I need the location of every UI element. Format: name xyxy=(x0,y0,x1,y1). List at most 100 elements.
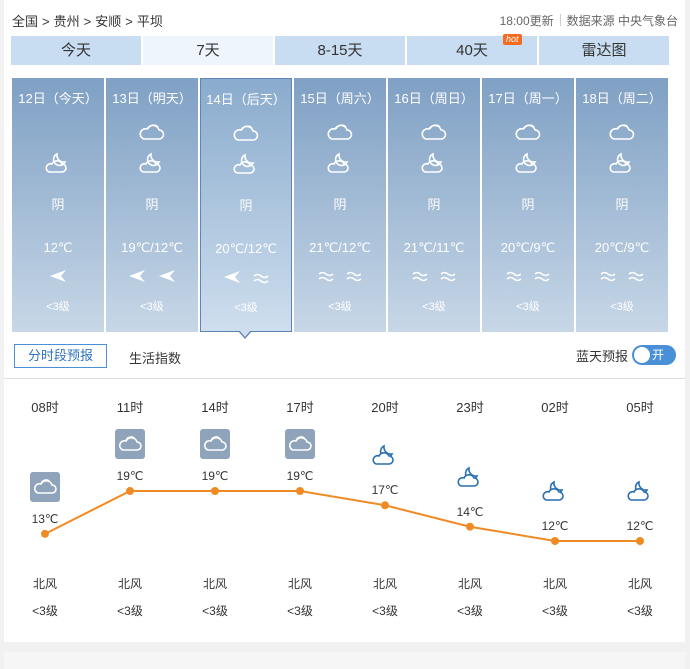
day-wind-level: <3级 xyxy=(610,301,634,313)
tab-40days[interactable]: 40天 hot xyxy=(407,34,537,65)
tab-radar[interactable]: 雷达图 xyxy=(539,36,669,65)
breadcrumb: 全国 > 贵州 > 安顺 > 平坝 xyxy=(12,11,163,30)
cloudy-night-icon xyxy=(326,151,354,175)
day-card[interactable]: 12日（今天） 阴 12℃ <3级 xyxy=(12,78,104,332)
section-divider xyxy=(4,378,685,379)
day-temperature: 21℃/11℃ xyxy=(403,240,465,255)
toggle-label: 蓝天预报 xyxy=(575,348,628,364)
day-wind-level: <3级 xyxy=(516,301,540,313)
hour-temperature: 12℃ xyxy=(541,519,569,533)
breeze-icon xyxy=(500,269,528,286)
day-temperature: 20℃/9℃ xyxy=(594,240,650,255)
day-wind xyxy=(106,269,198,285)
temperature-point xyxy=(211,487,219,495)
hour-temperature: 17℃ xyxy=(371,483,399,498)
cloudy-night-icon xyxy=(370,443,400,473)
day-wind xyxy=(576,269,668,285)
breeze-icon xyxy=(622,269,650,286)
wind-arrow-icon xyxy=(43,270,73,287)
temperature-point xyxy=(381,501,389,510)
hour-time: 02时 xyxy=(541,400,569,415)
wind-arrow-icon xyxy=(122,270,152,287)
day-card[interactable]: 15日（周六） 阴 21℃/12℃ <3级 xyxy=(294,78,386,332)
temperature-point xyxy=(636,537,644,545)
hour-wind: 北风 xyxy=(627,577,652,591)
day-wind xyxy=(201,270,291,286)
tab-hourly-forecast[interactable]: 分时段预报 xyxy=(14,344,107,368)
day-wind xyxy=(294,269,386,285)
day-date: 15日（周六） xyxy=(300,91,380,106)
blue-sky-toggle[interactable]: 开 xyxy=(632,345,676,365)
forecast-tabs: 今天 7天 8-15天 40天 hot 雷达图 xyxy=(11,34,669,65)
breeze-icon xyxy=(312,269,340,286)
breadcrumb-item-country[interactable]: 全国 xyxy=(12,11,38,30)
day-weather: 阴 xyxy=(333,197,347,212)
tab-label: 40天 xyxy=(456,42,488,59)
temperature-point xyxy=(296,487,304,495)
hour-temperature: 13℃ xyxy=(31,511,59,526)
hour-time: 23时 xyxy=(456,400,484,415)
hour-temperature: 12℃ xyxy=(626,519,654,533)
meta-divider xyxy=(559,14,561,26)
day-card[interactable]: 14日（后天） 阴 20℃/12℃ <3级 xyxy=(200,78,292,332)
breadcrumb-item-city[interactable]: 安顺 xyxy=(95,11,121,30)
cloudy-icon xyxy=(285,429,315,459)
hour-wind-level: <3级 xyxy=(32,604,58,618)
hour-time: 17时 xyxy=(286,400,314,415)
day-card[interactable]: 17日（周一） 阴 20℃/9℃ <3级 xyxy=(482,78,574,332)
tab-7days[interactable]: 7天 xyxy=(143,36,273,65)
data-source: 数据来源 中央气象台 xyxy=(566,14,678,28)
day-card[interactable]: 18日（周二） 阴 20℃/9℃ <3级 xyxy=(576,78,668,332)
hour-wind: 北风 xyxy=(542,577,567,591)
cloudy-icon xyxy=(608,120,636,144)
breadcrumb-item-province[interactable]: 贵州 xyxy=(54,11,80,30)
breadcrumb-item-county: 平坝 xyxy=(136,14,163,29)
cloudy-night-icon xyxy=(540,479,570,509)
hour-wind-level: <3级 xyxy=(372,604,398,618)
day-wind-level: <3级 xyxy=(234,302,258,314)
hot-badge: hot xyxy=(503,34,522,45)
day-temperature: 19℃/12℃ xyxy=(121,240,183,255)
hour-wind-level: <3级 xyxy=(117,604,143,618)
day-weather: 阴 xyxy=(145,197,159,212)
tab-life-index[interactable]: 生活指数 xyxy=(129,348,181,367)
hour-time: 11时 xyxy=(116,400,144,415)
toggle-state: 开 xyxy=(652,348,665,362)
cloudy-icon xyxy=(514,120,542,144)
cloudy-icon xyxy=(200,429,230,459)
cloudy-icon xyxy=(326,120,354,144)
breeze-icon xyxy=(594,269,622,286)
hour-temperature: 19℃ xyxy=(201,469,229,483)
hour-wind-level: <3级 xyxy=(287,604,313,618)
day-wind xyxy=(12,269,104,285)
hour-wind-level: <3级 xyxy=(202,604,228,618)
day-wind-level: <3级 xyxy=(46,301,70,313)
day-card[interactable]: 13日（明天） 阴 19℃/12℃ <3级 xyxy=(106,78,198,332)
cloudy-icon xyxy=(420,120,448,144)
hourly-forecast: 08时 13℃ 北风 <3级 11时 19℃ 北风 <3级 14时 19℃ 北风 <3级 17时 19℃ 北… xyxy=(0,380,690,642)
day-wind-level: <3级 xyxy=(140,301,164,313)
breadcrumb-separator: > xyxy=(42,14,50,29)
tab-today[interactable]: 今天 xyxy=(11,36,141,65)
day-temperature: 20℃/12℃ xyxy=(215,241,277,256)
cloudy-icon xyxy=(115,429,145,459)
tab-label: 今天 xyxy=(60,42,91,59)
wind-arrow-icon xyxy=(217,271,247,288)
day-date: 12日（今天） xyxy=(18,91,98,106)
tab-label: 雷达图 xyxy=(581,42,627,59)
day-card[interactable]: 16日（周日） 阴 21℃/11℃ <3级 xyxy=(388,78,480,332)
breeze-icon xyxy=(340,269,368,286)
hour-wind-level: <3级 xyxy=(457,604,483,618)
day-wind-level: <3级 xyxy=(328,301,352,313)
bottom-strip xyxy=(4,652,685,669)
hour-time: 20时 xyxy=(371,400,399,415)
cloudy-night-icon xyxy=(44,151,72,175)
cloudy-night-icon xyxy=(514,151,542,175)
hour-time: 14时 xyxy=(201,400,229,415)
hour-wind-level: <3级 xyxy=(542,604,568,618)
selected-day-pointer-fill xyxy=(239,330,251,337)
tab-8-15days[interactable]: 8-15天 xyxy=(275,36,405,65)
toggle-knob xyxy=(634,347,650,363)
hour-temperature: 19℃ xyxy=(116,469,144,483)
cloudy-night-icon xyxy=(608,151,636,175)
